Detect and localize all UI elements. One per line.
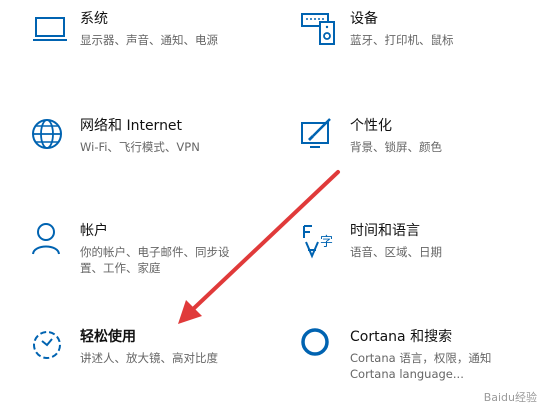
tile-cortana[interactable]: Cortana 和搜索 Cortana 语言，权限，通知 Cortana lan… [300, 328, 530, 388]
tile-subtitle-line2: Cortana language... [350, 367, 464, 381]
tile-subtitle: 讲述人、放大镜、高对比度 [80, 351, 218, 365]
tile-title: 网络和 Internet [80, 118, 183, 134]
tile-system[interactable]: 系统 显示器、声音、通知、电源 [30, 10, 250, 60]
tile-subtitle: Wi-Fi、飞行模式、VPN [80, 140, 200, 154]
tile-title: 系统 [80, 11, 108, 27]
tile-subtitle: 背景、锁屏、颜色 [350, 140, 442, 154]
tile-title: 个性化 [350, 118, 392, 134]
tile-subtitle-line2: 置、工作、家庭 [80, 261, 161, 275]
cortana-icon [300, 328, 340, 368]
tile-subtitle-line1: 你的帐户、电子邮件、同步设 [80, 245, 230, 259]
svg-text:字: 字 [320, 235, 333, 250]
tile-title: 设备 [350, 11, 378, 27]
tile-network[interactable]: 网络和 Internet Wi-Fi、飞行模式、VPN [30, 117, 250, 167]
tile-subtitle: 蓝牙、打印机、鼠标 [350, 33, 454, 47]
tile-ease-of-access[interactable]: 轻松使用 讲述人、放大镜、高对比度 [30, 328, 250, 378]
keyboard-device-icon [300, 10, 340, 50]
globe-icon [30, 117, 70, 157]
tile-subtitle: 语音、区域、日期 [350, 245, 442, 259]
tile-title: Cortana 和搜索 [350, 329, 453, 345]
ease-of-access-icon [30, 328, 70, 368]
paint-brush-icon [300, 117, 340, 157]
tile-title: 帐户 [80, 223, 108, 239]
tile-title: 轻松使用 [80, 329, 136, 345]
language-clock-icon: 字 [300, 222, 340, 262]
tile-time-language[interactable]: 字 时间和语言 语音、区域、日期 [300, 222, 520, 272]
tile-title: 时间和语言 [350, 223, 420, 239]
person-icon [30, 222, 70, 262]
watermark: Baidu经验 [483, 391, 537, 404]
laptop-icon [30, 10, 70, 50]
tile-subtitle: 显示器、声音、通知、电源 [80, 33, 218, 47]
tile-accounts[interactable]: 帐户 你的帐户、电子邮件、同步设 置、工作、家庭 [30, 222, 260, 282]
tile-devices[interactable]: 设备 蓝牙、打印机、鼠标 [300, 10, 520, 60]
tile-subtitle-line1: Cortana 语言，权限，通知 [350, 351, 492, 365]
tile-personalization[interactable]: 个性化 背景、锁屏、颜色 [300, 117, 520, 167]
